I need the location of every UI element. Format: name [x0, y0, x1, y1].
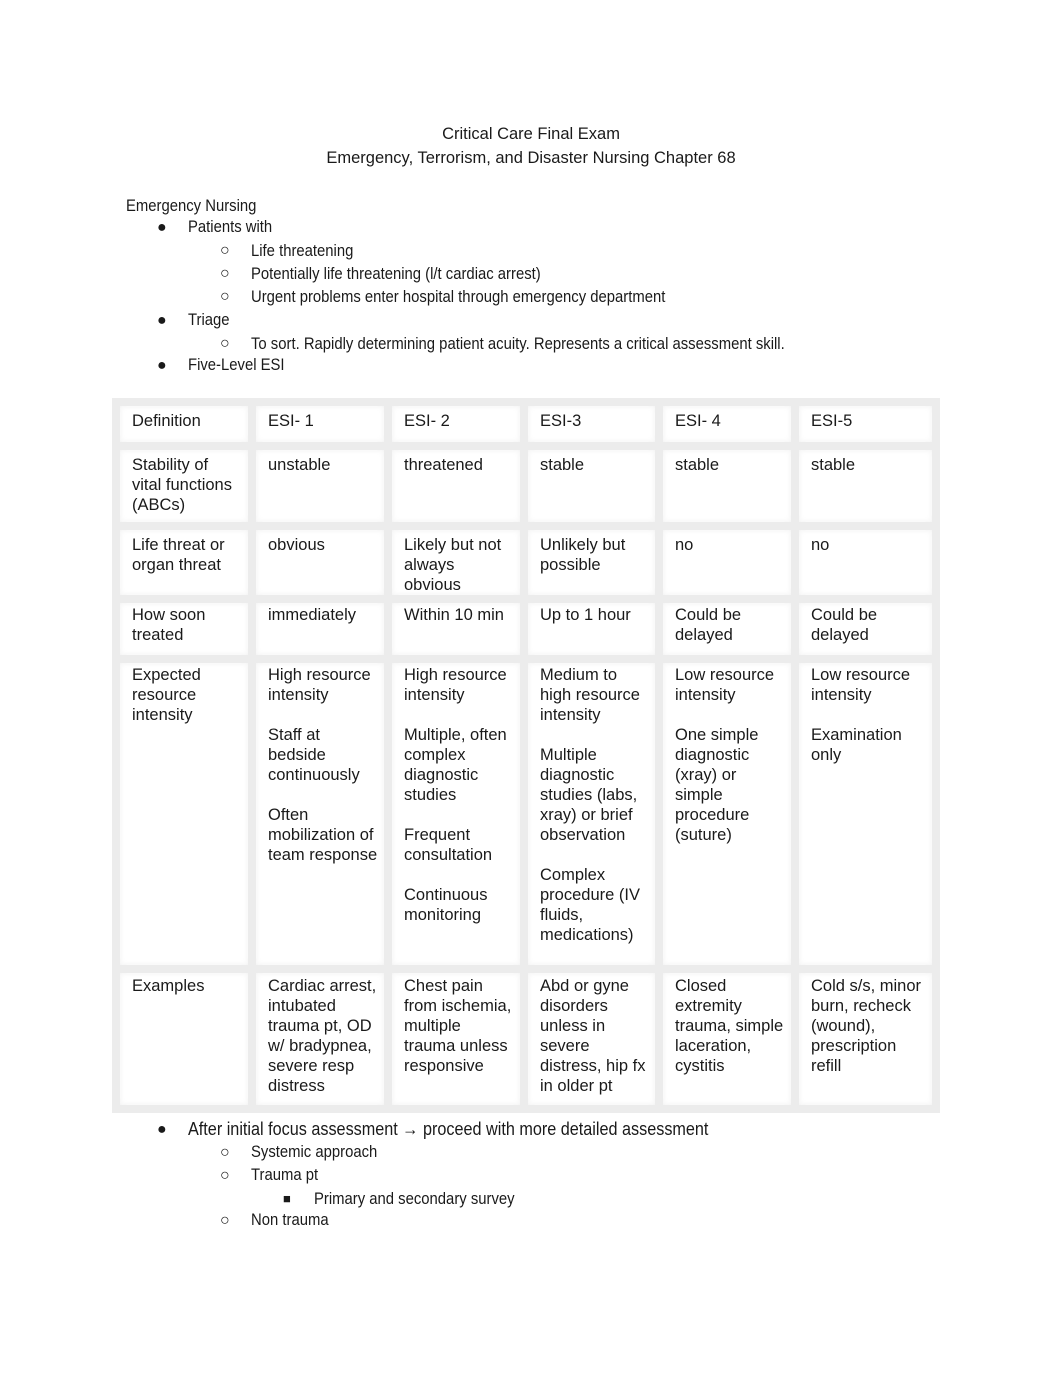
table-cell: stable: [655, 442, 799, 530]
row-label-cell: Life threat or organ threat: [112, 522, 256, 603]
bullet-circle-icon: ○: [220, 1167, 230, 1184]
table-cell: Cold s/s, minor burn, recheck (wound), p…: [791, 965, 940, 1113]
header-cell: ESI- 1: [248, 398, 392, 450]
bullet-circle-icon: ○: [220, 335, 230, 352]
table-cell: Likely but not always obvious: [384, 522, 528, 603]
outline-item: Systemic approach: [251, 1143, 378, 1161]
table-cell: Could be delayed: [655, 595, 799, 663]
table-cell: Up to 1 hour: [520, 595, 663, 663]
table-cell: Closed extremity trauma, simple lacerati…: [655, 965, 799, 1113]
outline-item: Triage: [188, 311, 230, 329]
table-cell: obvious: [248, 522, 392, 603]
bullet-disc-icon: ●: [157, 219, 167, 236]
header-cell: ESI-3: [520, 398, 663, 450]
outline-item: Life threatening: [251, 242, 354, 260]
header-cell: ESI-5: [791, 398, 940, 450]
bullet-circle-icon: ○: [220, 1212, 230, 1229]
bullet-square-icon: ■: [283, 1191, 291, 1206]
header-cell: Definition: [112, 398, 256, 450]
outline-item: Urgent problems enter hospital through e…: [251, 288, 666, 306]
header-cell: ESI- 4: [655, 398, 799, 450]
header-cell: ESI- 2: [384, 398, 528, 450]
table-cell: unstable: [248, 442, 392, 530]
table-cell: Unlikely but possible: [520, 522, 663, 603]
table-cell: Within 10 min: [384, 595, 528, 663]
table-cell: threatened: [384, 442, 528, 530]
outline-item: Patients with: [188, 218, 273, 236]
table-cell: stable: [520, 442, 663, 530]
bullet-circle-icon: ○: [220, 242, 230, 259]
table-row: Stability of vital functions (ABCs) unst…: [112, 442, 940, 530]
esi-table: Definition ESI- 1 ESI- 2 ESI-3 ESI- 4 ES…: [112, 398, 940, 1113]
table-cell: no: [791, 522, 940, 603]
table-cell: High resource intensity Staff at bedside…: [248, 655, 392, 973]
table-row: Examples Cardiac arrest, intubated traum…: [112, 965, 940, 1113]
row-label-cell: Expected resource intensity: [112, 655, 256, 973]
bullet-circle-icon: ○: [220, 288, 230, 305]
bullet-circle-icon: ○: [220, 1144, 230, 1161]
table-header-row: Definition ESI- 1 ESI- 2 ESI-3 ESI- 4 ES…: [112, 398, 940, 450]
outline-item: Five-Level ESI: [188, 356, 285, 374]
document-subtitle: Emergency, Terrorism, and Disaster Nursi…: [326, 149, 736, 167]
table-row: How soon treated immediately Within 10 m…: [112, 595, 940, 663]
outline-item: Non trauma: [251, 1211, 329, 1229]
section-heading: Emergency Nursing: [126, 197, 257, 215]
table-cell: Medium to high resource intensity Multip…: [520, 655, 663, 973]
table-row: Expected resource intensity High resourc…: [112, 655, 940, 973]
bullet-disc-icon: ●: [157, 1121, 167, 1138]
table-cell: immediately: [248, 595, 392, 663]
table-cell: Cardiac arrest, intubated trauma pt, OD …: [248, 965, 392, 1113]
outline-item: Trauma pt: [251, 1166, 319, 1184]
document-title: Critical Care Final Exam: [442, 125, 620, 143]
table-row: Life threat or organ threat obvious Like…: [112, 522, 940, 603]
bullet-disc-icon: ●: [157, 357, 167, 374]
table-cell: Could be delayed: [791, 595, 940, 663]
table-cell: High resource intensity Multiple, often …: [384, 655, 528, 973]
outline-item: After initial focus assessment → proceed…: [188, 1119, 709, 1139]
table-cell: Low resource intensity Examination only: [791, 655, 940, 973]
table-cell: stable: [791, 442, 940, 530]
bullet-circle-icon: ○: [220, 265, 230, 282]
table-cell: Low resource intensity One simple diagno…: [655, 655, 799, 973]
outline-item: Potentially life threatening (l/t cardia…: [251, 265, 541, 283]
row-label-cell: Stability of vital functions (ABCs): [112, 442, 256, 530]
table-cell: Chest pain from ischemia, multiple traum…: [384, 965, 528, 1113]
row-label-cell: Examples: [112, 965, 256, 1113]
table-cell: Abd or gyne disorders unless in severe d…: [520, 965, 663, 1113]
table-cell: no: [655, 522, 799, 603]
outline-item: To sort. Rapidly determining patient acu…: [251, 335, 785, 353]
outline-item: Primary and secondary survey: [314, 1190, 515, 1208]
row-label-cell: How soon treated: [112, 595, 256, 663]
bullet-disc-icon: ●: [157, 312, 167, 329]
